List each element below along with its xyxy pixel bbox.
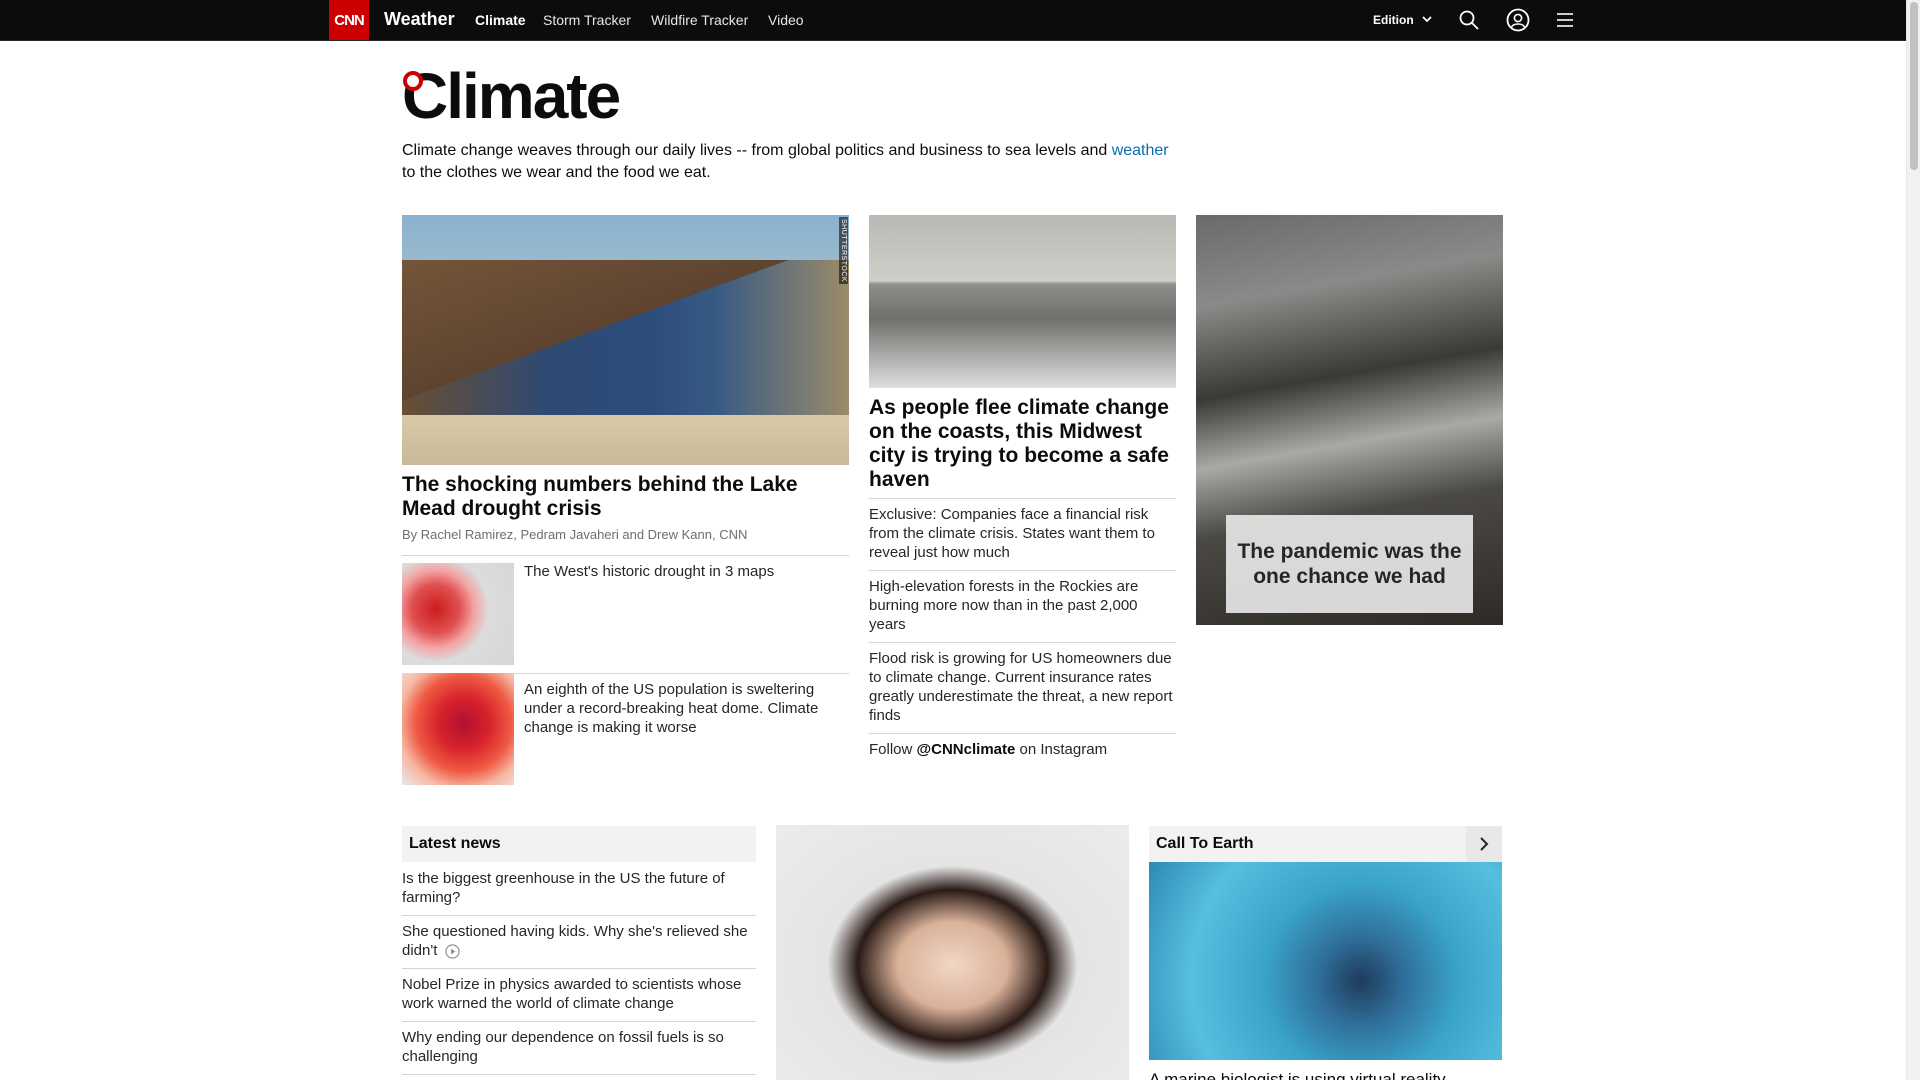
underwater-robot-image[interactable] bbox=[1149, 862, 1502, 1060]
divider bbox=[869, 642, 1176, 643]
story-link-rockies-forests[interactable]: High-elevation forests in the Rockies ar… bbox=[869, 577, 1176, 634]
divider bbox=[402, 1021, 756, 1022]
related-story-heat-dome[interactable]: An eighth of the US population is swelte… bbox=[524, 680, 844, 737]
chevron-down-icon[interactable] bbox=[1420, 12, 1434, 26]
section-title[interactable]: Weather bbox=[384, 9, 455, 30]
edition-selector[interactable]: Edition bbox=[1373, 13, 1414, 27]
intro-text: Climate change weaves through our daily … bbox=[402, 142, 1112, 159]
scrollbar-thumb[interactable] bbox=[1910, 2, 1918, 170]
cnn-logo[interactable]: CNN bbox=[329, 0, 369, 40]
follow-suffix: on Instagram bbox=[1015, 741, 1108, 758]
search-icon[interactable] bbox=[1458, 9, 1480, 31]
latest-news-heading: Latest news bbox=[402, 826, 756, 862]
midwest-city-image[interactable] bbox=[869, 215, 1176, 388]
story-link-flood-risk[interactable]: Flood risk is growing for US homeowners … bbox=[869, 649, 1176, 725]
divider bbox=[869, 733, 1176, 734]
call-to-earth-teaser[interactable]: A marine biologist is using virtual real… bbox=[1149, 1068, 1502, 1080]
video-play-icon bbox=[444, 943, 460, 959]
divider bbox=[402, 915, 756, 916]
top-nav: CNN Weather Climate Storm Tracker Wildfi… bbox=[0, 0, 1906, 41]
lead-headline[interactable]: The shocking numbers behind the Lake Mea… bbox=[402, 473, 822, 521]
divider bbox=[869, 498, 1176, 499]
instagram-handle-link[interactable]: @CNNclimate bbox=[917, 741, 1016, 758]
divider bbox=[402, 968, 756, 969]
page-scrollbar[interactable] bbox=[1906, 0, 1920, 1080]
call-to-earth-heading: Call To Earth bbox=[1149, 826, 1502, 862]
nav-wildfire-tracker[interactable]: Wildfire Tracker bbox=[651, 12, 748, 28]
latest-item-fossil-fuels[interactable]: Why ending our dependence on fossil fuel… bbox=[402, 1028, 756, 1066]
heat-dome-image[interactable] bbox=[402, 673, 514, 785]
lake-mead-image[interactable] bbox=[402, 215, 849, 465]
related-story-drought[interactable]: The West's historic drought in 3 maps bbox=[524, 562, 844, 581]
call-to-earth-next-button[interactable] bbox=[1466, 826, 1502, 862]
divider bbox=[402, 1074, 756, 1075]
latest-item-kids[interactable]: She questioned having kids. Why she's re… bbox=[402, 922, 756, 960]
drought-map-image[interactable] bbox=[402, 563, 514, 665]
lead-byline: By Rachel Ramirez, Pedram Javaheri and D… bbox=[402, 527, 748, 542]
instagram-follow: Follow @CNNclimate on Instagram bbox=[869, 741, 1107, 758]
live-dot-icon bbox=[403, 71, 423, 91]
follow-prefix: Follow bbox=[869, 741, 917, 758]
middle-headline[interactable]: As people flee climate change on the coa… bbox=[869, 396, 1176, 492]
story-link-financial-risk[interactable]: Exclusive: Companies face a financial ri… bbox=[869, 505, 1176, 562]
page-title: Climate bbox=[402, 60, 621, 132]
anchor-portrait-image[interactable] bbox=[776, 825, 1129, 1080]
page-intro: Climate change weaves through our daily … bbox=[402, 140, 1172, 184]
latest-item-nobel[interactable]: Nobel Prize in physics awarded to scient… bbox=[402, 975, 756, 1013]
latest-item-greenhouse[interactable]: Is the biggest greenhouse in the US the … bbox=[402, 869, 756, 907]
intro-text-end: to the clothes we wear and the food we e… bbox=[402, 164, 711, 181]
weather-link[interactable]: weather bbox=[1112, 142, 1169, 159]
feature-caption[interactable]: The pandemic was the one chance we had bbox=[1226, 515, 1473, 613]
menu-icon[interactable] bbox=[1554, 9, 1576, 31]
divider bbox=[402, 555, 849, 556]
divider bbox=[869, 570, 1176, 571]
account-icon[interactable] bbox=[1506, 8, 1530, 32]
nav-video[interactable]: Video bbox=[768, 12, 804, 28]
nav-storm-tracker[interactable]: Storm Tracker bbox=[543, 12, 631, 28]
chevron-right-icon bbox=[1480, 837, 1489, 851]
image-credit: SHUTTERSTOCK bbox=[839, 217, 848, 285]
nav-climate[interactable]: Climate bbox=[475, 12, 526, 28]
